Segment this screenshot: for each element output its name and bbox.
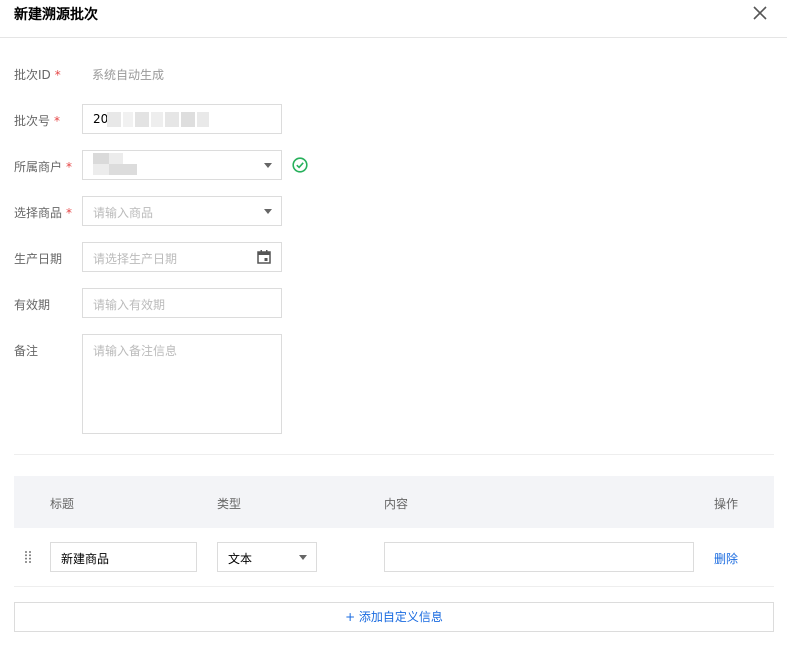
remark-placeholder: 请输入备注信息 xyxy=(93,344,178,358)
header-action: 操作 xyxy=(714,497,739,511)
section-divider xyxy=(14,454,774,455)
add-custom-info-button[interactable]: + 添加自定义信息 xyxy=(14,602,774,632)
chevron-down-icon xyxy=(264,163,272,168)
row-title-value: 新建商品 xyxy=(61,552,110,566)
redacted-block xyxy=(197,112,209,127)
dialog-title: 新建溯源批次 xyxy=(14,7,98,23)
row-merchant: 所属商户 * xyxy=(0,150,787,180)
batch-no-input[interactable]: 20 xyxy=(82,104,282,134)
batch-id-value: 系统自动生成 xyxy=(92,68,165,82)
row-type-select[interactable]: 文本 xyxy=(217,542,317,572)
redacted-block xyxy=(165,112,179,127)
custom-info-table-header: 标题 类型 内容 操作 xyxy=(14,476,774,528)
row-batch-no: 批次号 * 20 xyxy=(0,104,787,134)
drag-handle-icon[interactable] xyxy=(24,550,32,564)
row-production-date: 生产日期 请选择生产日期 xyxy=(0,242,787,272)
merchant-label: 所属商户 * xyxy=(14,160,73,174)
redacted-block xyxy=(107,112,121,127)
close-icon[interactable] xyxy=(752,5,768,21)
redacted-block xyxy=(151,112,163,127)
production-date-label: 生产日期 xyxy=(14,252,63,266)
add-custom-info-label: + 添加自定义信息 xyxy=(345,610,443,624)
redacted-block xyxy=(135,112,149,127)
row-product: 选择商品 * 请输入商品 xyxy=(0,196,787,226)
production-date-picker[interactable]: 请选择生产日期 xyxy=(82,242,282,272)
calendar-icon[interactable] xyxy=(256,249,272,265)
redacted-block xyxy=(181,112,195,127)
product-select[interactable]: 请输入商品 xyxy=(82,196,282,226)
delete-row-link[interactable]: 删除 xyxy=(714,550,738,567)
validity-label: 有效期 xyxy=(14,298,51,312)
header-type: 类型 xyxy=(217,497,242,511)
row-remark: 备注 请输入备注信息 xyxy=(0,334,787,434)
row-content-input[interactable] xyxy=(384,542,694,572)
chevron-down-icon xyxy=(264,209,272,214)
product-label: 选择商品 * xyxy=(14,206,73,220)
chevron-down-icon xyxy=(299,555,307,560)
merchant-select[interactable] xyxy=(82,150,282,180)
table-row: 新建商品 文本 删除 xyxy=(14,528,774,587)
validity-input[interactable]: 请输入有效期 xyxy=(82,288,282,318)
row-validity: 有效期 请输入有效期 xyxy=(0,288,787,318)
redacted-block xyxy=(109,153,123,164)
redacted-block xyxy=(123,112,133,127)
redacted-block xyxy=(93,164,109,175)
check-circle-icon xyxy=(292,157,308,173)
batch-no-label: 批次号 * xyxy=(14,114,61,128)
validity-placeholder: 请输入有效期 xyxy=(93,298,166,312)
row-batch-id: 批次ID * 系统自动生成 xyxy=(0,58,787,88)
dialog-header: 新建溯源批次 xyxy=(0,0,787,38)
product-placeholder: 请输入商品 xyxy=(93,206,154,220)
batch-id-label: 批次ID * xyxy=(14,68,61,82)
header-title: 标题 xyxy=(50,497,75,511)
batch-no-value: 20 xyxy=(93,112,109,126)
redacted-block xyxy=(93,153,109,164)
production-date-placeholder: 请选择生产日期 xyxy=(93,252,178,266)
redacted-block xyxy=(109,164,137,175)
remark-label: 备注 xyxy=(14,344,39,358)
row-type-value: 文本 xyxy=(228,552,253,566)
remark-textarea[interactable]: 请输入备注信息 xyxy=(82,334,282,434)
header-content: 内容 xyxy=(384,497,409,511)
row-title-input[interactable]: 新建商品 xyxy=(50,542,197,572)
